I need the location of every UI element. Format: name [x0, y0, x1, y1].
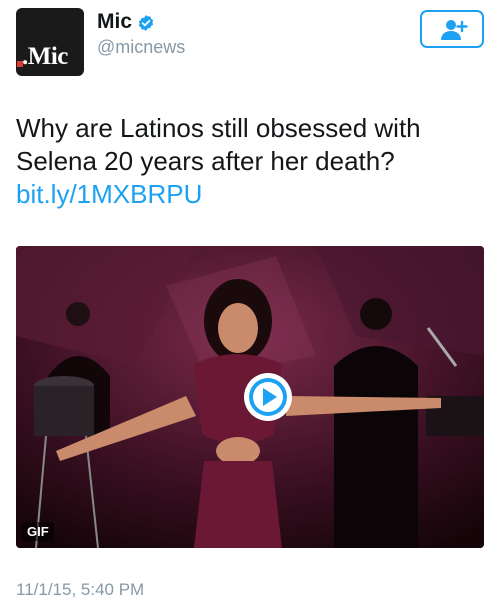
user-handle[interactable]: @micnews: [97, 37, 185, 58]
tweet-timestamp[interactable]: 11/1/15, 5:40 PM: [16, 580, 144, 600]
tweet-body: Why are Latinos still obsessed with Sele…: [16, 113, 421, 176]
tweet-text: Why are Latinos still obsessed with Sele…: [16, 112, 486, 211]
play-icon: [249, 378, 287, 416]
tweet-link[interactable]: bit.ly/1MXBRPU: [16, 179, 202, 209]
verified-badge-icon: [138, 15, 154, 31]
add-user-icon: [441, 20, 468, 40]
gif-badge: GIF: [22, 522, 54, 541]
play-button[interactable]: [244, 373, 292, 421]
avatar[interactable]: .Mic: [16, 8, 84, 76]
display-name[interactable]: Mic: [97, 10, 132, 34]
follow-button[interactable]: [420, 10, 484, 48]
gif-media[interactable]: GIF: [16, 246, 484, 548]
avatar-logo-text: .Mic: [22, 43, 68, 70]
